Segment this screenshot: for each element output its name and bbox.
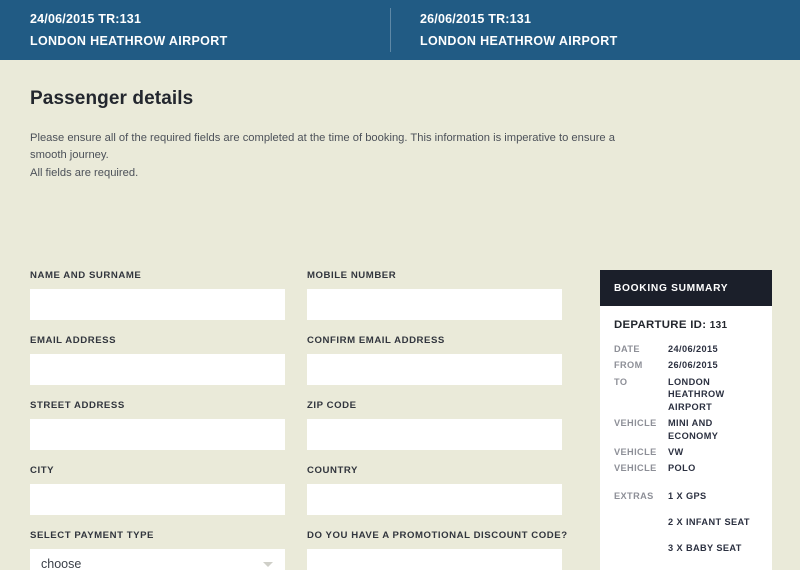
dropoff-summary: 26/06/2015 TR:131 LONDON HEATHROW AIRPOR… bbox=[390, 10, 800, 49]
extras-spacer bbox=[614, 517, 668, 527]
name-input[interactable] bbox=[30, 289, 285, 320]
extras-label: EXTRAS bbox=[614, 491, 668, 501]
summary-row-key: FROM bbox=[614, 359, 668, 371]
dropoff-date-reference: 26/06/2015 TR:131 bbox=[420, 10, 800, 28]
confirm-email-input[interactable] bbox=[307, 354, 562, 385]
header-divider bbox=[390, 8, 391, 52]
pickup-summary: 24/06/2015 TR:131 LONDON HEATHROW AIRPOR… bbox=[0, 10, 390, 49]
summary-row: DATE 24/06/2015 bbox=[614, 343, 758, 355]
email-label: EMAIL ADDRESS bbox=[30, 335, 285, 346]
form-row-email: EMAIL ADDRESS CONFIRM EMAIL ADDRESS bbox=[30, 335, 582, 385]
field-city: CITY bbox=[30, 465, 285, 515]
form-row-city-country: CITY COUNTRY bbox=[30, 465, 582, 515]
summary-row-value: VW bbox=[668, 446, 684, 458]
intro-line-1: Please ensure all of the required fields… bbox=[30, 130, 640, 165]
street-address-label: STREET ADDRESS bbox=[30, 400, 285, 411]
promo-code-input[interactable] bbox=[307, 549, 562, 570]
departure-id-label: DEPARTURE ID: bbox=[614, 319, 706, 331]
field-street-address: STREET ADDRESS bbox=[30, 400, 285, 450]
field-zip-code: ZIP CODE bbox=[307, 400, 562, 450]
summary-row-value: 26/06/2015 bbox=[668, 359, 718, 371]
country-label: COUNTRY bbox=[307, 465, 562, 476]
intro-text: Please ensure all of the required fields… bbox=[30, 130, 640, 182]
email-input[interactable] bbox=[30, 354, 285, 385]
passenger-details-form: NAME AND SURNAME MOBILE NUMBER EMAIL ADD… bbox=[30, 270, 582, 570]
passenger-details-page: Passenger details Please ensure all of t… bbox=[0, 88, 800, 182]
confirm-email-label: CONFIRM EMAIL ADDRESS bbox=[307, 335, 562, 346]
summary-row: VEHICLE MINI AND ECONOMY bbox=[614, 417, 758, 442]
field-mobile: MOBILE NUMBER bbox=[307, 270, 562, 320]
summary-extras-row: EXTRAS 1 X GPS bbox=[614, 491, 758, 501]
field-confirm-email: CONFIRM EMAIL ADDRESS bbox=[307, 335, 562, 385]
page-title: Passenger details bbox=[30, 88, 800, 110]
street-address-input[interactable] bbox=[30, 419, 285, 450]
summary-row-value: MINI AND ECONOMY bbox=[668, 417, 758, 442]
name-label: NAME AND SURNAME bbox=[30, 270, 285, 281]
form-row-name-mobile: NAME AND SURNAME MOBILE NUMBER bbox=[30, 270, 582, 320]
summary-extras-row: 2 X INFANT SEAT bbox=[614, 517, 758, 527]
field-payment-type: SELECT PAYMENT TYPE choose bbox=[30, 530, 285, 570]
extras-item: 2 X INFANT SEAT bbox=[668, 517, 750, 527]
journey-header-bar: 24/06/2015 TR:131 LONDON HEATHROW AIRPOR… bbox=[0, 0, 800, 60]
pickup-date-reference: 24/06/2015 TR:131 bbox=[30, 10, 390, 28]
pickup-location: LONDON HEATHROW AIRPORT bbox=[30, 32, 390, 50]
summary-row-value: 24/06/2015 bbox=[668, 343, 718, 355]
summary-row: FROM 26/06/2015 bbox=[614, 359, 758, 371]
booking-summary-body: DEPARTURE ID: 131 DATE 24/06/2015 FROM 2… bbox=[600, 306, 772, 570]
mobile-label: MOBILE NUMBER bbox=[307, 270, 562, 281]
payment-type-label: SELECT PAYMENT TYPE bbox=[30, 530, 285, 541]
city-label: CITY bbox=[30, 465, 285, 476]
summary-row-value: POLO bbox=[668, 462, 696, 474]
departure-id: DEPARTURE ID: 131 bbox=[614, 319, 758, 331]
summary-row-key: DATE bbox=[614, 343, 668, 355]
payment-type-selected-value: choose bbox=[41, 549, 81, 570]
summary-row: TO LONDON HEATHROW AIRPORT bbox=[614, 376, 758, 413]
booking-summary-heading: BOOKING SUMMARY bbox=[600, 270, 772, 306]
booking-summary-card: BOOKING SUMMARY DEPARTURE ID: 131 DATE 2… bbox=[600, 270, 772, 570]
field-name: NAME AND SURNAME bbox=[30, 270, 285, 320]
summary-row-key: VEHICLE bbox=[614, 462, 668, 474]
form-row-payment-promo: SELECT PAYMENT TYPE choose DO YOU HAVE A… bbox=[30, 530, 582, 570]
payment-type-select[interactable]: choose bbox=[30, 549, 285, 570]
field-email: EMAIL ADDRESS bbox=[30, 335, 285, 385]
summary-row-key: VEHICLE bbox=[614, 446, 668, 458]
field-promo-code: DO YOU HAVE A PROMOTIONAL DISCOUNT CODE? bbox=[307, 530, 562, 570]
extras-item: 3 X BABY SEAT bbox=[668, 543, 742, 553]
form-row-street-zip: STREET ADDRESS ZIP CODE bbox=[30, 400, 582, 450]
summary-row-key: VEHICLE bbox=[614, 417, 668, 442]
zip-code-label: ZIP CODE bbox=[307, 400, 562, 411]
extras-spacer bbox=[614, 543, 668, 553]
summary-extras-row: 3 X BABY SEAT bbox=[614, 543, 758, 553]
extras-item: 1 X GPS bbox=[668, 491, 707, 501]
summary-row-value: LONDON HEATHROW AIRPORT bbox=[668, 376, 758, 413]
departure-id-value: 131 bbox=[710, 320, 728, 331]
mobile-input[interactable] bbox=[307, 289, 562, 320]
dropoff-location: LONDON HEATHROW AIRPORT bbox=[420, 32, 800, 50]
city-input[interactable] bbox=[30, 484, 285, 515]
summary-row: VEHICLE POLO bbox=[614, 462, 758, 474]
country-input[interactable] bbox=[307, 484, 562, 515]
intro-line-2: All fields are required. bbox=[30, 165, 640, 182]
summary-row-key: TO bbox=[614, 376, 668, 413]
zip-code-input[interactable] bbox=[307, 419, 562, 450]
summary-row: VEHICLE VW bbox=[614, 446, 758, 458]
chevron-down-icon bbox=[263, 562, 273, 567]
promo-code-label: DO YOU HAVE A PROMOTIONAL DISCOUNT CODE? bbox=[307, 530, 562, 541]
field-country: COUNTRY bbox=[307, 465, 562, 515]
